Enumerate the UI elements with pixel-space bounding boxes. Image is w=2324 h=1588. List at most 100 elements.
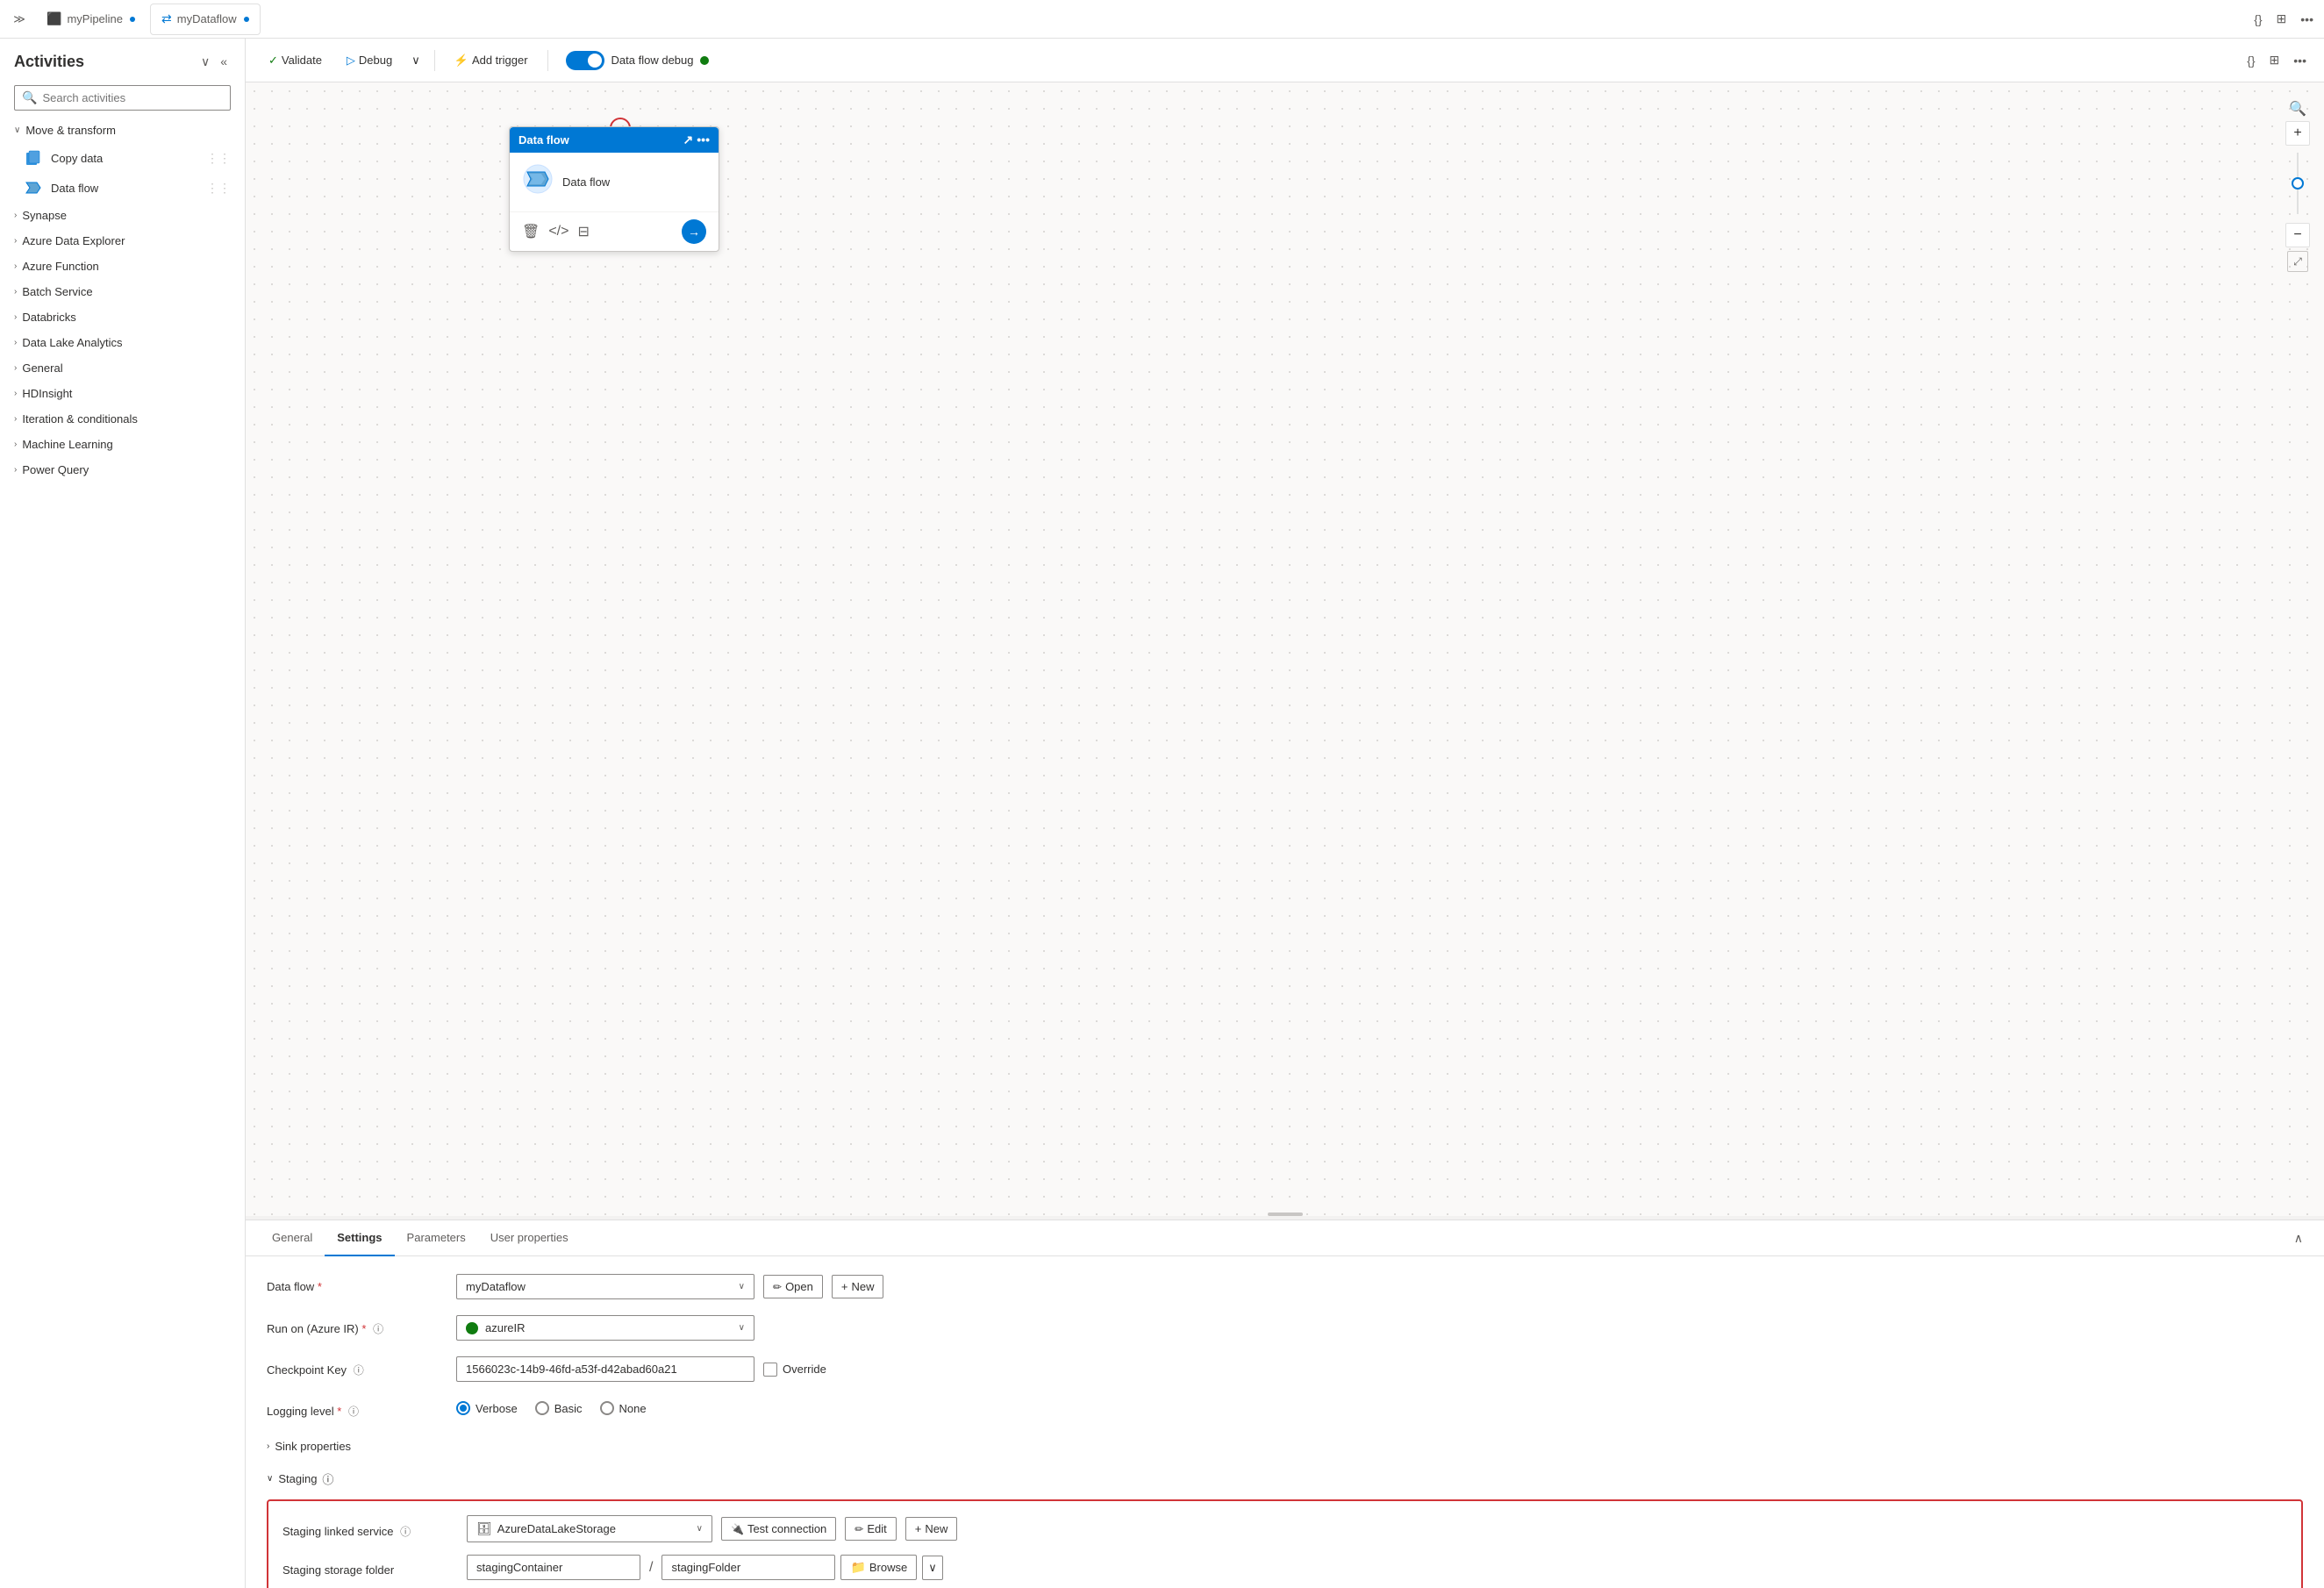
- sidebar-group-header-batch-service[interactable]: › Batch Service: [0, 279, 245, 304]
- test-connection-button[interactable]: 🔌 Test connection: [721, 1517, 836, 1541]
- checkpoint-input[interactable]: [456, 1356, 754, 1382]
- sidebar-collapse-icon[interactable]: «: [217, 53, 231, 71]
- chevron-down-browse-icon: ∨: [928, 1561, 937, 1575]
- node-header: Data flow ↗ •••: [510, 127, 719, 153]
- staging-linked-service-label: Staging linked service ⓘ: [282, 1519, 458, 1539]
- code-view-icon[interactable]: {}: [2250, 9, 2265, 30]
- sidebar-group-header-move-transform[interactable]: ∨ Move & transform: [0, 118, 245, 143]
- checkpoint-info-icon[interactable]: ⓘ: [354, 1364, 364, 1377]
- browse-button[interactable]: 📁 Browse: [840, 1555, 917, 1580]
- monitor-icon[interactable]: ⊞: [2273, 8, 2291, 30]
- zoom-fit-button[interactable]: ⤢: [2287, 251, 2308, 272]
- radio-none[interactable]: None: [600, 1401, 647, 1415]
- open-dataflow-button[interactable]: ✏ Open: [763, 1275, 823, 1298]
- required-marker: *: [318, 1280, 322, 1293]
- data-flow-label: Data flow: [51, 182, 197, 195]
- radio-verbose[interactable]: Verbose: [456, 1401, 518, 1415]
- node-more-icon[interactable]: •••: [697, 132, 710, 147]
- tab-dataflow[interactable]: ⇄ myDataflow: [150, 4, 261, 35]
- sidebar-group-header-databricks[interactable]: › Databricks: [0, 304, 245, 330]
- sidebar-group-label-ade: Azure Data Explorer: [22, 234, 125, 247]
- staging-info-icon[interactable]: ⓘ: [322, 1470, 333, 1487]
- panel-collapse-button[interactable]: ∧: [2287, 1224, 2310, 1253]
- code-icon[interactable]: {}: [2243, 50, 2258, 71]
- override-checkbox-item[interactable]: Override: [763, 1363, 826, 1377]
- toolbar-divider2: [547, 50, 548, 71]
- sidebar-group-label-azure-function: Azure Function: [22, 260, 98, 273]
- sidebar-group-header-power-query[interactable]: › Power Query: [0, 457, 245, 483]
- search-box[interactable]: 🔍: [14, 85, 231, 111]
- sidebar-group-header-ade[interactable]: › Azure Data Explorer: [0, 228, 245, 254]
- canvas-area: Data flow ↗ •••: [246, 82, 2324, 1588]
- sink-properties-label: Sink properties: [275, 1440, 351, 1453]
- run-on-dropdown[interactable]: azureIR ∨: [456, 1315, 754, 1341]
- staging-ls-info-icon[interactable]: ⓘ: [400, 1526, 411, 1538]
- sidebar-collapse-left-icon[interactable]: ∨: [197, 53, 213, 71]
- chevron-right-icon5: ›: [14, 312, 17, 322]
- next-node-arrow[interactable]: →: [682, 219, 706, 244]
- new-ls-button[interactable]: + New: [905, 1517, 958, 1541]
- more-options-icon[interactable]: •••: [2297, 9, 2317, 30]
- zoom-slider-thumb[interactable]: [2292, 177, 2304, 190]
- dataflow-dropdown[interactable]: myDataflow ∨: [456, 1274, 754, 1299]
- tab-parameters[interactable]: Parameters: [395, 1220, 478, 1256]
- table-icon[interactable]: ⊞: [2266, 49, 2284, 71]
- zoom-out-button[interactable]: −: [2285, 223, 2310, 247]
- toggle-switch[interactable]: [566, 51, 604, 70]
- sidebar-group-header-data-lake-analytics[interactable]: › Data Lake Analytics: [0, 330, 245, 355]
- edit-ls-button[interactable]: ✏ Edit: [845, 1517, 896, 1541]
- plus-icon: +: [841, 1280, 848, 1293]
- dataflow-node: Data flow ↗ •••: [509, 126, 719, 252]
- override-checkbox[interactable]: [763, 1363, 777, 1377]
- dataflow-dropdown-value: myDataflow: [466, 1280, 526, 1293]
- canvas-workspace[interactable]: Data flow ↗ •••: [246, 82, 2324, 1216]
- tab-settings[interactable]: Settings: [325, 1220, 394, 1256]
- chevron-right-icon3: ›: [14, 261, 17, 271]
- dataflow-tab-icon: ⇄: [161, 11, 172, 26]
- debug-chevron[interactable]: ∨: [408, 49, 424, 72]
- edit-ls-icon: ✏: [855, 1523, 863, 1535]
- search-input[interactable]: [42, 91, 223, 104]
- sidebar-title: Activities: [14, 53, 84, 71]
- toolbar-right: {} ⊞ •••: [2243, 49, 2310, 71]
- zoom-search-icon[interactable]: 🔍: [2289, 100, 2306, 118]
- delete-icon[interactable]: 🗑: [522, 223, 540, 240]
- tab-pipeline[interactable]: ⬛ myPipeline: [35, 4, 147, 35]
- staging-collapsible[interactable]: ∨ Staging ⓘ: [267, 1465, 2303, 1492]
- browse-expand-button[interactable]: ∨: [922, 1556, 943, 1580]
- activity-item-copy-data[interactable]: Copy data ⋮⋮: [0, 143, 245, 173]
- sidebar-group-header-synapse[interactable]: › Synapse: [0, 203, 245, 228]
- sidebar-group-header-machine-learning[interactable]: › Machine Learning: [0, 432, 245, 457]
- sidebar-group-header-iteration[interactable]: › Iteration & conditionals: [0, 406, 245, 432]
- debug-button[interactable]: ▷ Debug: [338, 49, 401, 72]
- sink-properties-collapsible[interactable]: › Sink properties: [267, 1434, 2303, 1458]
- logging-info-icon[interactable]: ⓘ: [348, 1406, 359, 1418]
- activity-item-data-flow[interactable]: Data flow ⋮⋮: [0, 173, 245, 203]
- sidebar-group-header-azure-function[interactable]: › Azure Function: [0, 254, 245, 279]
- zoom-in-button[interactable]: +: [2285, 121, 2310, 146]
- sidebar-group-header-general[interactable]: › General: [0, 355, 245, 381]
- zoom-slider[interactable]: [2297, 149, 2299, 219]
- validate-button[interactable]: ✓ Validate: [260, 49, 331, 72]
- staging-folder-input[interactable]: [661, 1555, 835, 1580]
- new-dataflow-button[interactable]: + New: [832, 1275, 884, 1298]
- tab-general[interactable]: General: [260, 1220, 325, 1256]
- sidebar-group-move-transform: ∨ Move & transform Copy data ⋮⋮ Data flo…: [0, 118, 245, 203]
- sidebar-collapse-button[interactable]: ≫: [7, 7, 32, 32]
- sidebar-group-header-hdinsight[interactable]: › HDInsight: [0, 381, 245, 406]
- dataflow-tab-label: myDataflow: [177, 12, 237, 25]
- staging-ls-dropdown[interactable]: 🗄 AzureDataLakeStorage ∨: [467, 1515, 712, 1542]
- more-icon[interactable]: •••: [2290, 50, 2310, 71]
- main-layout: Activities ∨ « 🔍 ∨ Move & transform Copy…: [0, 39, 2324, 1588]
- staging-container-input[interactable]: [467, 1555, 640, 1580]
- chevron-right-icon10: ›: [14, 440, 17, 449]
- code-brackets-icon[interactable]: </>: [548, 224, 568, 240]
- tab-user-properties[interactable]: User properties: [478, 1220, 581, 1256]
- run-on-info-icon[interactable]: ⓘ: [373, 1323, 383, 1335]
- add-trigger-button[interactable]: ⚡ Add trigger: [446, 49, 537, 72]
- panel-resize-handle[interactable]: [1268, 1212, 1303, 1216]
- run-on-field-label: Run on (Azure IR) * ⓘ: [267, 1315, 442, 1336]
- copy-icon[interactable]: ⊟: [577, 223, 589, 240]
- external-link-icon[interactable]: ↗: [683, 132, 694, 147]
- radio-basic[interactable]: Basic: [535, 1401, 583, 1415]
